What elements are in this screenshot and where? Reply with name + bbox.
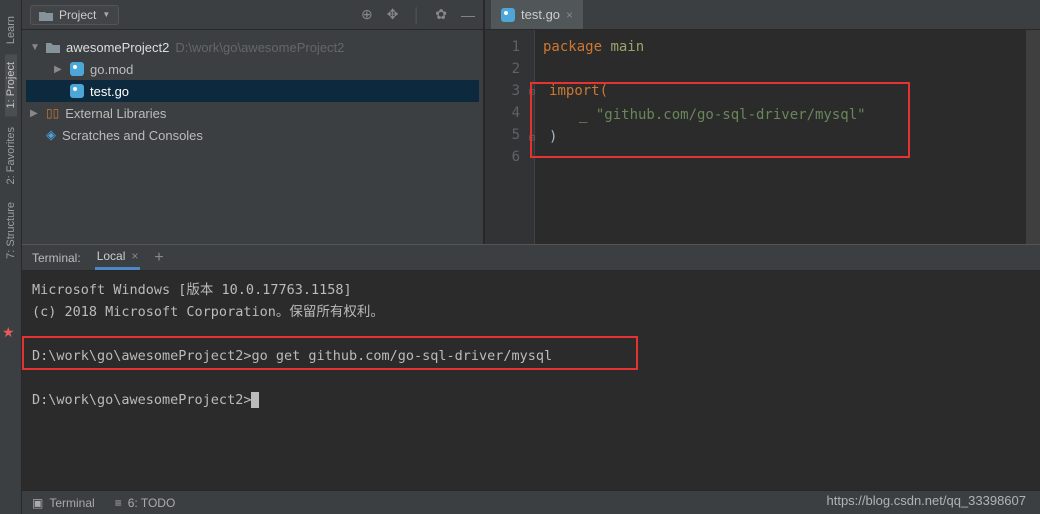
go-file-icon	[70, 84, 84, 98]
tree-root-path: D:\work\go\awesomeProject2	[175, 40, 344, 55]
folder-icon	[46, 41, 60, 53]
go-file-icon	[70, 62, 84, 76]
tree-item-testgo[interactable]: test.go	[26, 80, 479, 102]
terminal-tab-local[interactable]: Local ×	[95, 245, 141, 270]
chevron-right-icon[interactable]: ▶	[30, 108, 40, 119]
terminal-tab-label: Local	[97, 249, 126, 263]
rail-project[interactable]: 1: Project	[5, 54, 17, 116]
todo-icon: ≡	[115, 496, 122, 510]
go-file-icon	[501, 8, 515, 22]
line-num: 6	[485, 146, 520, 168]
project-panel-header: Project ▼ ⊕ ✥ │ ✿ —	[22, 0, 483, 30]
fold-start-icon[interactable]: ⊟	[529, 87, 535, 98]
editor-scrollbar[interactable]	[1026, 30, 1040, 244]
bottom-terminal-button[interactable]: ▣ Terminal	[32, 496, 95, 510]
code-string: "github.com/go-sql-driver/mysql"	[596, 107, 866, 123]
code-ident: _	[579, 107, 596, 123]
code-text[interactable]: package main ⊟import( _ "github.com/go-s…	[535, 30, 1026, 244]
tree-item-gomod[interactable]: ▶ go.mod	[26, 58, 479, 80]
watermark-text: https://blog.csdn.net/qq_33398607	[827, 493, 1027, 508]
rail-learn[interactable]: Learn	[5, 8, 17, 52]
tree-root-folder[interactable]: ▼ awesomeProject2 D:\work\go\awesomeProj…	[26, 36, 479, 58]
rail-favorites[interactable]: 2: Favorites	[5, 119, 17, 192]
terminal-add-icon[interactable]: +	[154, 249, 163, 267]
line-num: 2	[485, 58, 520, 80]
project-view-selector[interactable]: Project ▼	[30, 5, 119, 25]
hide-panel-icon[interactable]: —	[461, 7, 475, 23]
code-ident: main	[610, 39, 644, 55]
rail-structure[interactable]: 7: Structure	[5, 194, 17, 267]
fold-end-icon[interactable]: ⊟	[529, 133, 535, 144]
favorites-star-icon: ★	[2, 324, 15, 341]
locate-icon[interactable]: ⊕	[361, 6, 373, 23]
terminal-line: Microsoft Windows [版本 10.0.17763.1158]	[32, 279, 1030, 301]
tree-root-label: awesomeProject2	[66, 40, 169, 55]
editor-area: test.go × 1 2 3 4 5 6 package main	[484, 0, 1040, 244]
line-gutter: 1 2 3 4 5 6	[485, 30, 535, 244]
chevron-right-icon[interactable]: ▶	[54, 64, 64, 75]
settings-gear-icon[interactable]: ✿	[435, 6, 447, 23]
terminal-panel: Terminal: Local × + Microsoft Windows [版…	[22, 244, 1040, 514]
line-num: 1	[485, 36, 520, 58]
editor-body[interactable]: 1 2 3 4 5 6 package main ⊟import( _ "git…	[485, 30, 1040, 244]
tree-testgo-label: test.go	[90, 84, 129, 99]
tree-external-label: External Libraries	[65, 106, 166, 121]
terminal-cursor	[251, 392, 259, 408]
project-panel: Project ▼ ⊕ ✥ │ ✿ — ▼ awesome	[22, 0, 484, 244]
bottom-terminal-label: Terminal	[49, 496, 94, 510]
line-num: 3	[485, 80, 520, 102]
editor-tab-label: test.go	[521, 7, 560, 22]
line-num: 4	[485, 102, 520, 124]
tree-scratches[interactable]: ◈ Scratches and Consoles	[26, 124, 479, 146]
project-view-label: Project	[59, 8, 96, 22]
terminal-body[interactable]: Microsoft Windows [版本 10.0.17763.1158] (…	[22, 271, 1040, 514]
project-tree: ▼ awesomeProject2 D:\work\go\awesomeProj…	[22, 30, 483, 152]
terminal-line: (c) 2018 Microsoft Corporation。保留所有权利。	[32, 301, 1030, 323]
chevron-down-icon[interactable]: ▼	[30, 42, 40, 53]
terminal-icon: ▣	[32, 496, 43, 510]
tree-scratches-label: Scratches and Consoles	[62, 128, 203, 143]
expand-icon[interactable]: ✥	[387, 6, 399, 23]
dropdown-arrow-icon: ▼	[102, 10, 110, 19]
editor-tabs: test.go ×	[485, 0, 1040, 30]
terminal-prompt: D:\work\go\awesomeProject2>	[32, 389, 1030, 411]
libraries-icon: ▯▯	[46, 106, 59, 120]
terminal-title: Terminal:	[32, 251, 81, 265]
scratches-icon: ◈	[46, 127, 56, 143]
tree-gomod-label: go.mod	[90, 62, 133, 77]
left-tool-rail: Learn 1: Project 2: Favorites 7: Structu…	[0, 0, 22, 514]
bottom-todo-label: 6: TODO	[128, 496, 176, 510]
tab-close-icon[interactable]: ×	[566, 8, 573, 22]
project-icon	[39, 9, 53, 21]
terminal-tabs: Terminal: Local × +	[22, 245, 1040, 271]
code-kw: import(	[549, 83, 608, 99]
divider-icon: │	[413, 7, 422, 23]
code-kw: package	[543, 39, 610, 55]
editor-tab-testgo[interactable]: test.go ×	[491, 0, 584, 29]
tree-external-libs[interactable]: ▶ ▯▯ External Libraries	[26, 102, 479, 124]
bottom-todo-button[interactable]: ≡ 6: TODO	[115, 496, 176, 510]
tab-close-icon[interactable]: ×	[131, 249, 138, 263]
line-num: 5	[485, 124, 520, 146]
code-paren: )	[549, 129, 557, 145]
terminal-line-command: D:\work\go\awesomeProject2>go get github…	[32, 345, 1030, 367]
